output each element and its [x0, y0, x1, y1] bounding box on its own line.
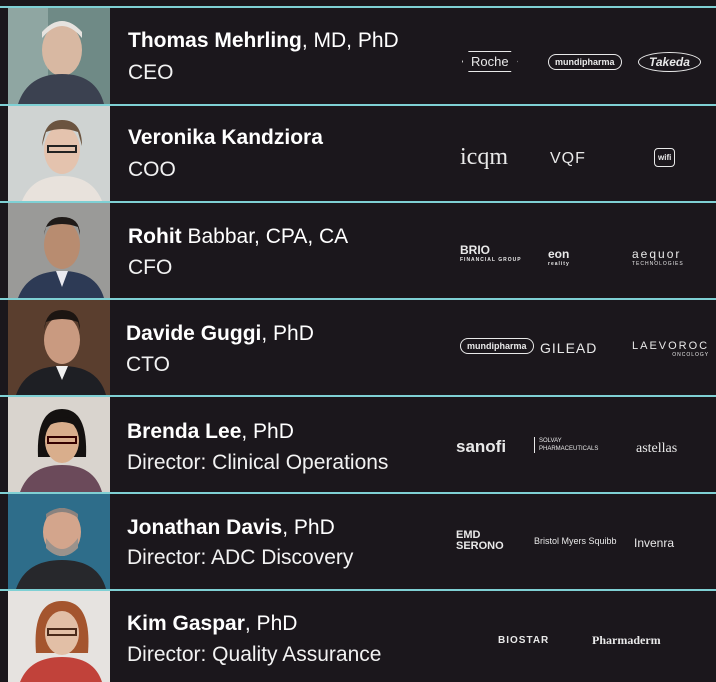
- team-member-row: Jonathan Davis, PhD Director: ADC Discov…: [0, 494, 716, 589]
- member-name: Brenda Lee, PhD: [127, 420, 294, 443]
- company-logo-eon: eon reality: [548, 247, 570, 267]
- company-logo-mundipharma: mundipharma: [548, 54, 622, 70]
- company-logo-roche: Roche: [462, 51, 518, 72]
- company-logo-brio: BRIO FINANCIAL GROUP: [460, 243, 522, 263]
- avatar: [8, 397, 110, 492]
- company-logo-pharmaderm: Pharmaderm: [592, 633, 661, 647]
- avatar: [8, 203, 110, 298]
- member-role: Director: Clinical Operations: [127, 451, 389, 474]
- team-member-row: Brenda Lee, PhD Director: Clinical Opera…: [0, 397, 716, 492]
- avatar: [8, 494, 110, 589]
- member-role: CTO: [126, 353, 170, 376]
- company-logo-icqm: icqm: [460, 144, 508, 170]
- company-logo-wifi: wifi: [654, 148, 676, 167]
- member-name: Jonathan Davis, PhD: [127, 516, 335, 539]
- company-logo-bms: Bristol Myers Squibb: [534, 536, 617, 546]
- member-role: COO: [128, 158, 176, 181]
- member-role: CFO: [128, 256, 173, 279]
- member-name: Veronika Kandziora: [128, 126, 323, 149]
- team-member-row: Veronika Kandziora COO icqm VQF wifi: [0, 106, 716, 201]
- company-logo-biostar: BIOSTAR: [498, 635, 550, 646]
- company-logo-sanofi: sanofi: [456, 437, 507, 456]
- member-name: Kim Gaspar, PhD: [127, 612, 298, 635]
- company-logo-laevoroc: LAEVOROC ONCOLOGY: [632, 340, 710, 358]
- avatar: [8, 591, 110, 682]
- company-logo-vqf: VQF: [550, 150, 586, 167]
- company-logo-aequor: aequor TECHNOLOGIES: [632, 247, 684, 267]
- member-role: Director: ADC Discovery: [127, 546, 354, 569]
- company-logo-astellas: astellas: [636, 441, 678, 456]
- company-logo-gilead: GILEAD: [540, 340, 598, 356]
- avatar: [8, 106, 110, 201]
- member-role: Director: Quality Assurance: [127, 643, 382, 666]
- team-member-row: Kim Gaspar, PhD Director: Quality Assura…: [0, 591, 716, 682]
- member-name: Rohit Babbar, CPA, CA: [128, 225, 349, 248]
- member-role: CEO: [128, 61, 174, 84]
- member-name: Davide Guggi, PhD: [126, 322, 314, 345]
- company-logo-mundipharma: mundipharma: [460, 338, 534, 354]
- avatar: [8, 300, 110, 395]
- team-member-row: Rohit Babbar, CPA, CA CFO BRIO FINANCIAL…: [0, 203, 716, 298]
- team-member-row: Davide Guggi, PhD CTO mundipharma GILEAD…: [0, 300, 716, 395]
- company-logo-invenra: Invenra: [634, 536, 675, 550]
- avatar: [8, 8, 110, 104]
- leadership-team: Thomas Mehrling, MD, PhD CEO Roche mundi…: [0, 0, 716, 682]
- company-logo-takeda: Takeda: [638, 52, 701, 72]
- member-name: Thomas Mehrling, MD, PhD: [128, 29, 399, 52]
- team-member-row: Thomas Mehrling, MD, PhD CEO Roche mundi…: [0, 8, 716, 104]
- company-logo-emd-serono: EMD SERONO: [456, 529, 504, 552]
- company-logo-solvay: SOLVAY PHARMACEUTICALS: [534, 437, 619, 453]
